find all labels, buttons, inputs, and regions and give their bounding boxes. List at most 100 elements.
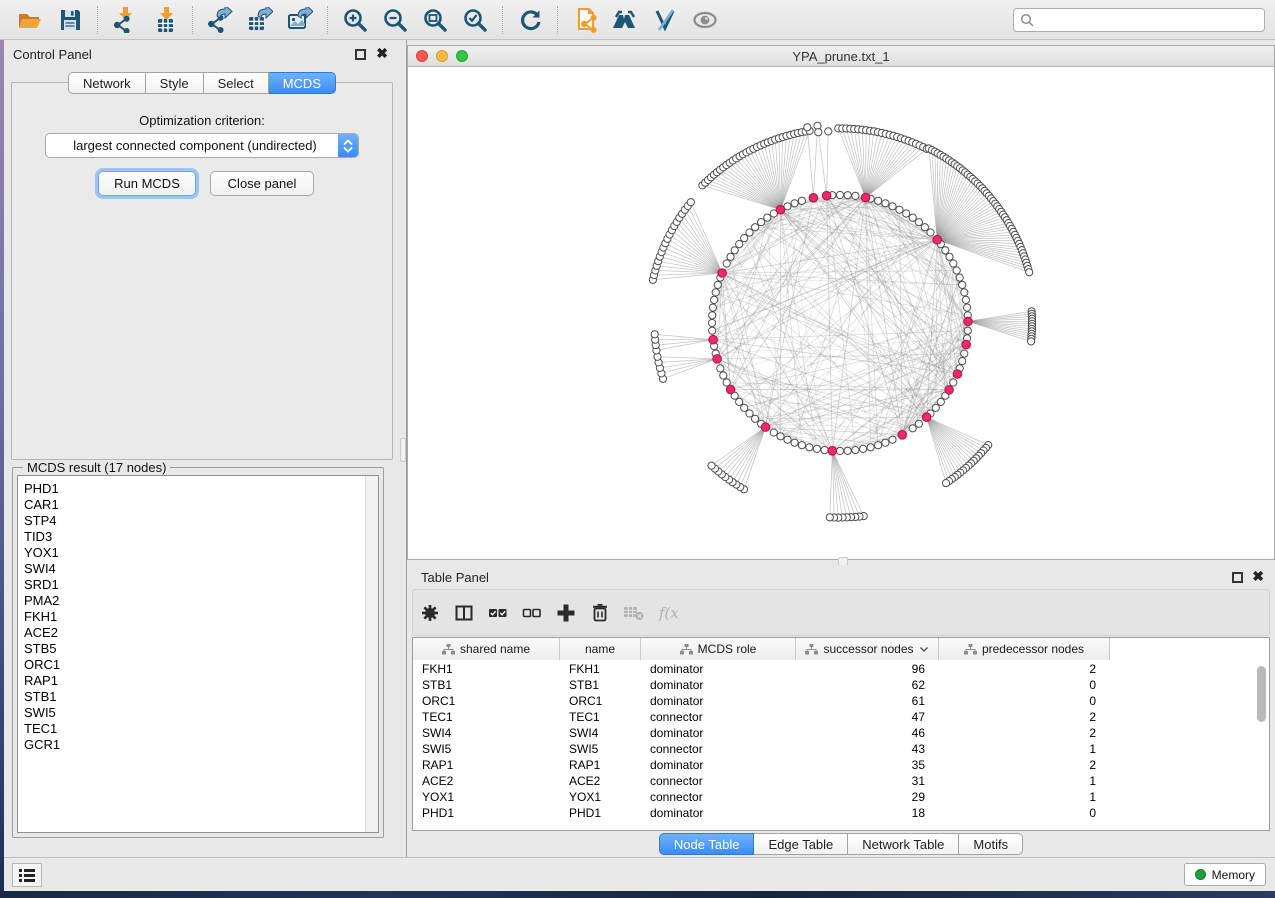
- close-panel-icon[interactable]: ✖: [376, 48, 388, 59]
- mcds-result-item[interactable]: SWI5: [18, 705, 378, 721]
- tab-motifs[interactable]: Motifs: [959, 833, 1023, 855]
- table-scrollbar-thumb[interactable]: [1257, 666, 1266, 722]
- optimization-criterion-dropdown[interactable]: largest connected component (undirected): [45, 133, 359, 158]
- table-cell: ORC1: [560, 693, 641, 709]
- vertical-splitter-handle[interactable]: [400, 438, 406, 462]
- node-table-header: shared namename MCDS role successor nodesp…: [413, 638, 1110, 660]
- mcds-tab-pane: Optimization criterion: largest connecte…: [11, 82, 393, 460]
- column-header-successor-nodes[interactable]: successor nodes: [796, 638, 939, 660]
- show-graphics-details-icon[interactable]: [690, 6, 720, 34]
- float-panel-icon[interactable]: [355, 49, 366, 60]
- zoom-out-icon[interactable]: [380, 6, 410, 34]
- search-input[interactable]: [1034, 13, 1258, 27]
- desktop-wallpaper: Control Panel ✖ NetworkStyleSelectMCDS O…: [0, 0, 1275, 898]
- table-cell: YOX1: [413, 789, 560, 805]
- workspace: Control Panel ✖ NetworkStyleSelectMCDS O…: [4, 40, 1275, 857]
- column-header-MCDS-role[interactable]: MCDS role: [641, 638, 796, 660]
- table-row[interactable]: RAP1RAP1dominator352: [413, 757, 1110, 773]
- tab-edge-table[interactable]: Edge Table: [754, 833, 848, 855]
- right-pane: YPA_prune.txt_1 Table Panel ✖ f(x): [407, 40, 1275, 857]
- settings-gear-icon[interactable]: [413, 600, 447, 626]
- table-row[interactable]: ORC1ORC1dominator610: [413, 693, 1110, 709]
- export-image-icon[interactable]: [285, 6, 315, 34]
- mcds-result-item[interactable]: RAP1: [18, 673, 378, 689]
- column-header-name[interactable]: name: [560, 638, 641, 660]
- main-toolbar: [0, 0, 1275, 40]
- delete-column-icon[interactable]: [583, 600, 617, 626]
- mcds-result-item[interactable]: PHD1: [18, 481, 378, 497]
- mcds-result-list: PHD1CAR1STP4TID3YOX1SWI4SRD1PMA2FKH1ACE2…: [17, 475, 379, 833]
- tab-network[interactable]: Network: [68, 72, 146, 94]
- tab-select[interactable]: Select: [204, 72, 269, 94]
- mcds-result-item[interactable]: SRD1: [18, 577, 378, 593]
- table-cell: 31: [796, 773, 939, 789]
- table-row[interactable]: TEC1TEC1connector472: [413, 709, 1110, 725]
- export-network-icon[interactable]: [205, 6, 235, 34]
- open-file-icon[interactable]: [15, 6, 45, 34]
- table-cell: FKH1: [560, 661, 641, 677]
- new-network-from-selection-icon[interactable]: [570, 6, 600, 34]
- memory-label: Memory: [1212, 868, 1255, 882]
- import-table-icon[interactable]: [150, 6, 180, 34]
- close-panel-button[interactable]: Close panel: [210, 171, 314, 196]
- mcds-result-item[interactable]: YOX1: [18, 545, 378, 561]
- select-all-icon[interactable]: [481, 600, 515, 626]
- network-canvas[interactable]: [408, 67, 1274, 559]
- mcds-list-scrollbar[interactable]: [365, 476, 378, 832]
- mcds-result-item[interactable]: CAR1: [18, 497, 378, 513]
- import-network-icon[interactable]: [110, 6, 140, 34]
- table-row[interactable]: PHD1PHD1dominator180: [413, 805, 1110, 821]
- zoom-selected-icon[interactable]: [460, 6, 490, 34]
- mcds-result-item[interactable]: PMA2: [18, 593, 378, 609]
- mcds-result-item[interactable]: STB5: [18, 641, 378, 657]
- mcds-result-item[interactable]: ACE2: [18, 625, 378, 641]
- hide-graphics-details-icon[interactable]: [650, 6, 680, 34]
- table-row[interactable]: ACE2ACE2connector311: [413, 773, 1110, 789]
- mcds-result-item[interactable]: FKH1: [18, 609, 378, 625]
- export-table-icon[interactable]: [245, 6, 275, 34]
- mcds-result-item[interactable]: ORC1: [18, 657, 378, 673]
- run-mcds-button[interactable]: Run MCDS: [98, 171, 196, 196]
- search-binoculars-icon[interactable]: [610, 6, 640, 34]
- table-cell: 2: [939, 709, 1110, 725]
- vertical-splitter[interactable]: [400, 40, 407, 857]
- memory-button[interactable]: Memory: [1184, 863, 1266, 886]
- zoom-in-icon[interactable]: [340, 6, 370, 34]
- table-cell: STB1: [560, 677, 641, 693]
- zoom-fit-icon[interactable]: [420, 6, 450, 34]
- tab-network-table[interactable]: Network Table: [848, 833, 959, 855]
- mcds-result-item[interactable]: STB1: [18, 689, 378, 705]
- mcds-result-item[interactable]: TEC1: [18, 721, 378, 737]
- deselect-all-icon[interactable]: [515, 600, 549, 626]
- refresh-network-icon[interactable]: [515, 6, 545, 34]
- save-session-icon[interactable]: [55, 6, 85, 34]
- table-toolbar: f(x): [412, 589, 1270, 636]
- mcds-result-item[interactable]: SWI4: [18, 561, 378, 577]
- status-bar: Memory: [4, 857, 1275, 891]
- table-row[interactable]: SWI5SWI5connector431: [413, 741, 1110, 757]
- float-table-panel-icon[interactable]: [1232, 572, 1243, 583]
- table-row[interactable]: SWI4SWI4dominator462: [413, 725, 1110, 741]
- table-cell: dominator: [641, 757, 796, 773]
- toolbar-separator: [97, 6, 98, 34]
- column-label: MCDS role: [698, 642, 757, 656]
- task-history-button[interactable]: [12, 863, 42, 887]
- tab-node-table[interactable]: Node Table: [659, 833, 755, 855]
- toolbar-separator: [192, 6, 193, 34]
- mcds-result-item[interactable]: TID3: [18, 529, 378, 545]
- mcds-result-item[interactable]: STP4: [18, 513, 378, 529]
- column-header-predecessor-nodes[interactable]: predecessor nodes: [939, 638, 1110, 660]
- table-row[interactable]: FKH1FKH1dominator962: [413, 661, 1110, 677]
- toolbar-separator: [327, 6, 328, 34]
- close-table-panel-icon[interactable]: ✖: [1252, 571, 1264, 582]
- table-row[interactable]: STB1STB1dominator620: [413, 677, 1110, 693]
- tab-mcds[interactable]: MCDS: [269, 72, 336, 94]
- tab-style[interactable]: Style: [146, 72, 204, 94]
- table-row[interactable]: YOX1YOX1connector291: [413, 789, 1110, 805]
- add-column-icon[interactable]: [549, 600, 583, 626]
- search-box[interactable]: [1013, 8, 1265, 32]
- column-header-shared-name[interactable]: shared name: [413, 638, 560, 660]
- mcds-result-item[interactable]: GCR1: [18, 737, 378, 753]
- panel-layout-icon[interactable]: [447, 600, 481, 626]
- table-cell: 2: [939, 757, 1110, 773]
